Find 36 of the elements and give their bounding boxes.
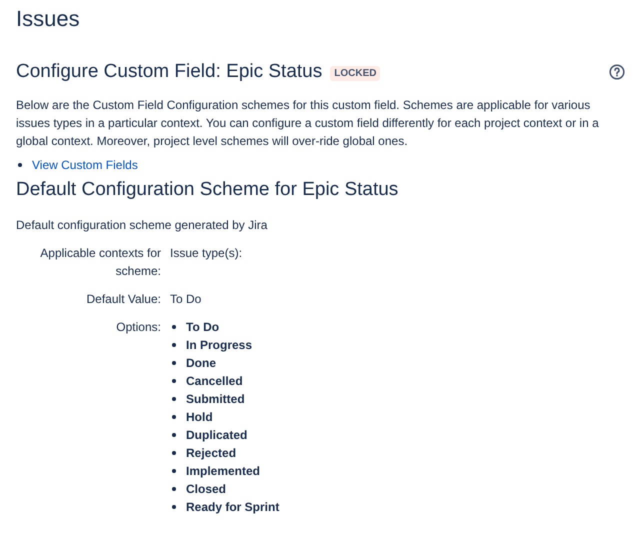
option-item: Cancelled	[186, 373, 243, 390]
help-icon[interactable]	[609, 64, 625, 80]
option-item: Hold	[186, 409, 213, 426]
option-item: Ready for Sprint	[186, 499, 280, 516]
option-item: Closed	[186, 481, 226, 498]
bullet-icon	[172, 469, 176, 473]
field-label: Default Value:	[86, 291, 161, 308]
option-item: Done	[186, 355, 216, 372]
field-label: Applicable contexts for scheme:	[39, 245, 161, 280]
bullet-icon	[172, 343, 176, 347]
bullet-icon	[172, 487, 176, 491]
field-value: Issue type(s):	[170, 245, 244, 262]
bullet-icon	[172, 415, 176, 419]
description-text: Below are the Custom Field Configuration schemes for this custom field. Schemes are applicable for various issues types in a particular context. You can configure a custom field differently for each project context or in a global context. Moreover, project level schemes will over-ride global ones.	[16, 97, 600, 150]
bullet-icon	[172, 451, 176, 455]
locked-badge: LOCKED	[330, 66, 380, 81]
bullet-icon	[172, 361, 176, 365]
bullet-icon	[172, 433, 176, 437]
bullet-icon	[172, 505, 176, 509]
option-item: Implemented	[186, 463, 260, 480]
option-item: Submitted	[186, 391, 245, 408]
field-label: Options:	[115, 319, 161, 336]
option-item: In Progress	[186, 337, 252, 354]
field-value: To Do	[170, 291, 202, 308]
option-item: To Do	[186, 319, 220, 336]
option-item: Duplicated	[186, 427, 248, 444]
scheme-title: Default Configuration Scheme for Epic Status	[16, 178, 400, 202]
page-title: Issues	[16, 6, 81, 32]
bullet-icon	[172, 397, 176, 401]
option-item: Rejected	[186, 445, 236, 462]
bullet-icon	[172, 325, 176, 329]
bullet-icon	[18, 163, 22, 167]
view-fields-link[interactable]: View Custom Fields	[32, 158, 138, 172]
bullet-icon	[172, 379, 176, 383]
scheme-description: Default configuration scheme generated by Jira	[16, 217, 268, 234]
section-title: Configure Custom Field: Epic Status	[16, 60, 322, 84]
